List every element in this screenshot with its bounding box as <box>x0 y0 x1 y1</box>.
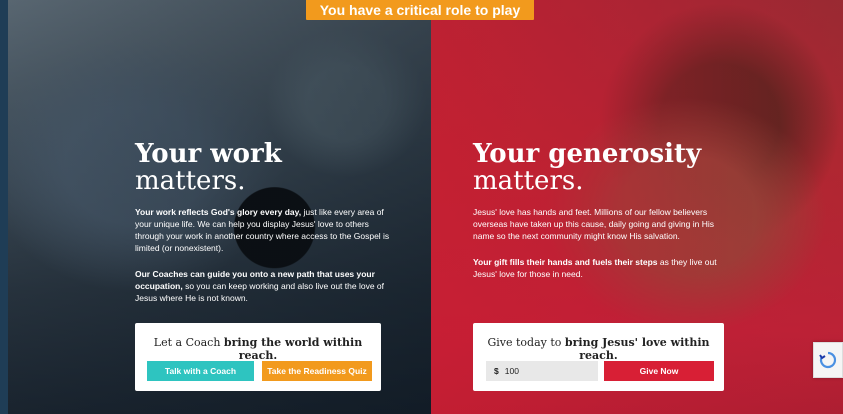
recaptcha-badge[interactable] <box>813 342 843 378</box>
work-paragraph-1: Your work reflects God's glory every day… <box>135 207 390 253</box>
recaptcha-icon <box>819 351 837 369</box>
give-now-button[interactable]: Give Now <box>604 361 714 381</box>
coach-cta-title: Let a Coach bring the world within reach… <box>153 336 363 362</box>
generosity-panel: Your generosity matters. Jesus' love has… <box>431 0 843 414</box>
generosity-subheading: matters. <box>473 166 584 196</box>
give-cta-box: Give today to bring Jesus' love within r… <box>473 323 724 391</box>
work-panel: Your work matters. Your work reflects Go… <box>8 0 431 414</box>
work-subheading: matters. <box>135 166 246 196</box>
generosity-content: Your generosity matters. Jesus' love has… <box>473 140 728 294</box>
generosity-paragraph-2: Your gift fills their hands and fuels th… <box>473 257 717 279</box>
work-paragraph-2: Our Coaches can guide you onto a new pat… <box>135 269 384 303</box>
donation-amount-input[interactable]: $100 <box>486 361 598 381</box>
page-edge <box>0 0 8 414</box>
talk-with-coach-button[interactable]: Talk with a Coach <box>147 361 254 381</box>
give-cta-title: Give today to bring Jesus' love within r… <box>487 336 710 362</box>
generosity-paragraph-1: Jesus' love has hands and feet. Millions… <box>473 207 714 241</box>
work-content: Your work matters. Your work reflects Go… <box>135 140 390 318</box>
readiness-quiz-button[interactable]: Take the Readiness Quiz <box>262 361 372 381</box>
work-heading: Your work <box>135 139 282 169</box>
coach-cta-box: Let a Coach bring the world within reach… <box>135 323 381 391</box>
generosity-heading: Your generosity <box>473 139 702 169</box>
section-banner: You have a critical role to play <box>306 0 534 20</box>
